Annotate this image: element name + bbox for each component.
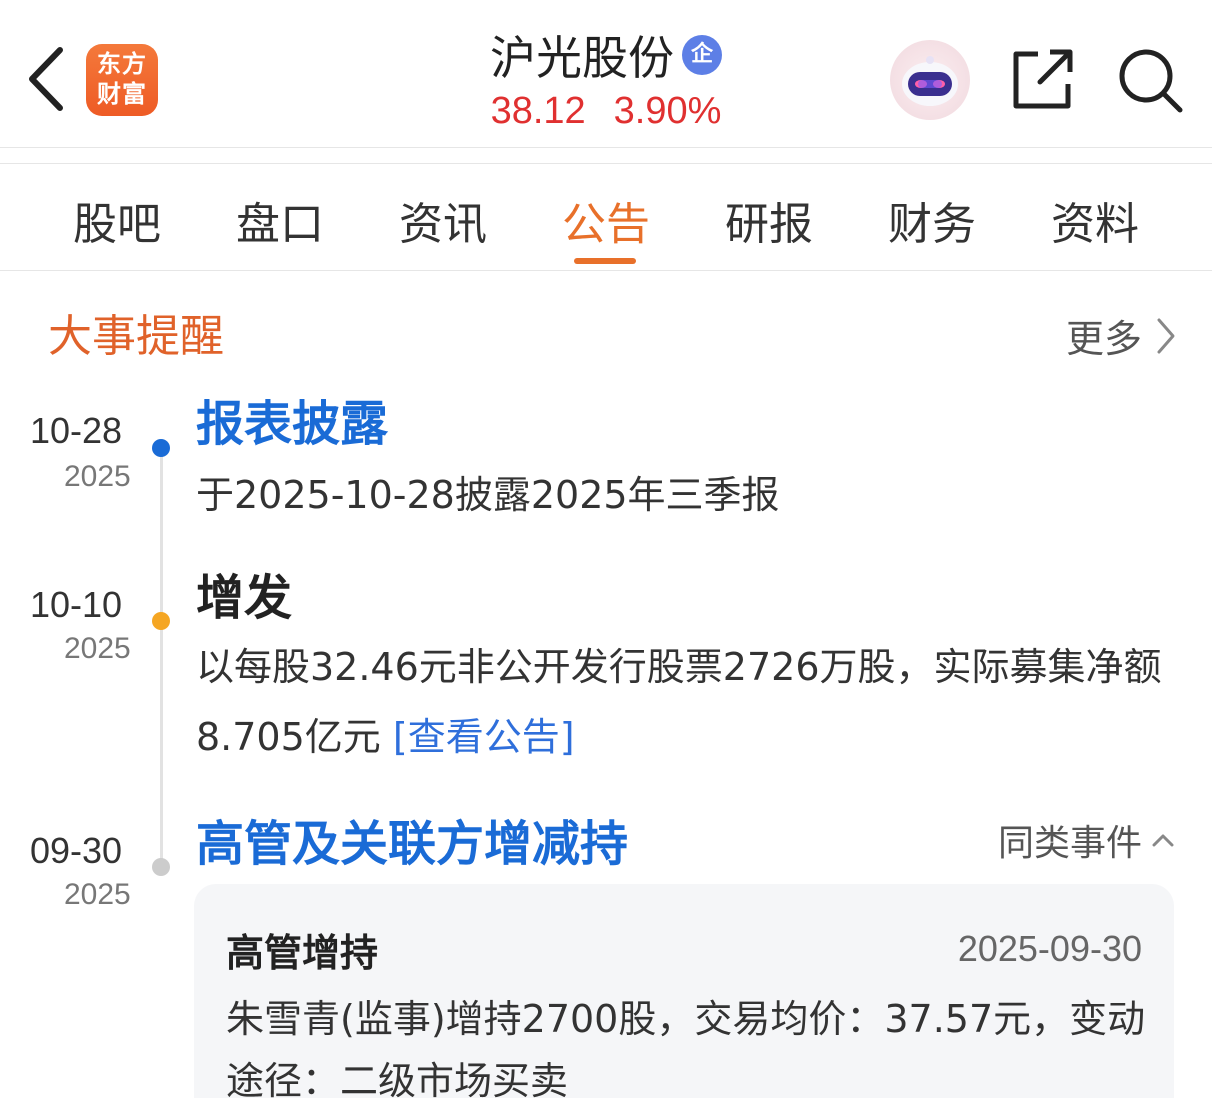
timeline-dot — [152, 858, 170, 876]
event-title: 增发 — [196, 570, 293, 626]
similar-events-toggle[interactable]: 同类事件 — [998, 814, 1174, 866]
stock-name: 沪光股份 — [490, 31, 674, 85]
event-description-text: 以每股32.46元非公开发行股票2726万股，实际募集净额8.705亿元 — [196, 645, 1162, 759]
section-title: 大事提醒 — [48, 311, 224, 362]
stock-change-percent: 3.90% — [613, 90, 722, 132]
event-date: 09-30 — [30, 830, 123, 871]
enterprise-badge: 企 — [682, 35, 722, 75]
more-link[interactable]: 更多 — [1066, 308, 1176, 363]
tab-news[interactable]: 资讯 — [373, 188, 513, 252]
event-date: 10-10 — [30, 584, 123, 625]
active-tab-indicator — [574, 258, 636, 264]
event-description: 以每股32.46元非公开发行股票2726万股，实际募集净额8.705亿元 [查看… — [196, 632, 1176, 772]
robot-icon — [902, 56, 958, 106]
share-button[interactable] — [1010, 46, 1076, 112]
tab-research[interactable]: 研报 — [699, 188, 839, 252]
chevron-right-icon — [1157, 318, 1175, 353]
event-date: 10-28 — [30, 410, 123, 451]
card-title: 高管增持 — [226, 931, 379, 975]
card-description: 朱雪青(监事)增持2700股，交易均价：37.57元，变动途径：二级市场买卖 — [226, 997, 1146, 1098]
timeline-line — [160, 448, 163, 868]
ai-assistant-avatar[interactable] — [890, 40, 970, 120]
view-announcement-link[interactable]: [查看公告] — [393, 715, 575, 759]
tab-bar: 股吧 盘口 资讯 公告 研报 财务 资料 — [0, 163, 1212, 271]
event-year: 2025 — [64, 460, 131, 493]
search-icon — [1119, 49, 1183, 113]
tab-announcements[interactable]: 公告 — [536, 188, 676, 252]
tab-pankou[interactable]: 盘口 — [210, 188, 350, 252]
search-button[interactable] — [1116, 46, 1184, 114]
tab-profile[interactable]: 资料 — [1025, 188, 1165, 252]
chevron-up-icon — [1152, 834, 1174, 847]
event-detail-card[interactable]: 高管增持 2025-09-30 朱雪青(监事)增持2700股，交易均价：37.5… — [194, 884, 1174, 1098]
top-header: 东方 财富 沪光股份企 38.12 3.90% — [0, 0, 1212, 148]
event-title[interactable]: 报表披露 — [196, 384, 388, 454]
event-year: 2025 — [64, 878, 131, 911]
tab-guba[interactable]: 股吧 — [47, 188, 187, 252]
share-icon — [1013, 49, 1073, 109]
timeline-dot — [152, 612, 170, 630]
timeline-dot — [152, 439, 170, 457]
tab-finance[interactable]: 财务 — [862, 188, 1002, 252]
more-label: 更多 — [1065, 317, 1142, 361]
event-title[interactable]: 高管及关联方增减持 — [196, 804, 628, 874]
event-year: 2025 — [64, 632, 131, 665]
stock-price: 38.12 — [490, 90, 586, 132]
card-date: 2025-09-30 — [957, 928, 1142, 969]
event-description: 于2025-10-28披露2025年三季报 — [196, 473, 780, 517]
similar-events-label: 同类事件 — [997, 823, 1142, 864]
